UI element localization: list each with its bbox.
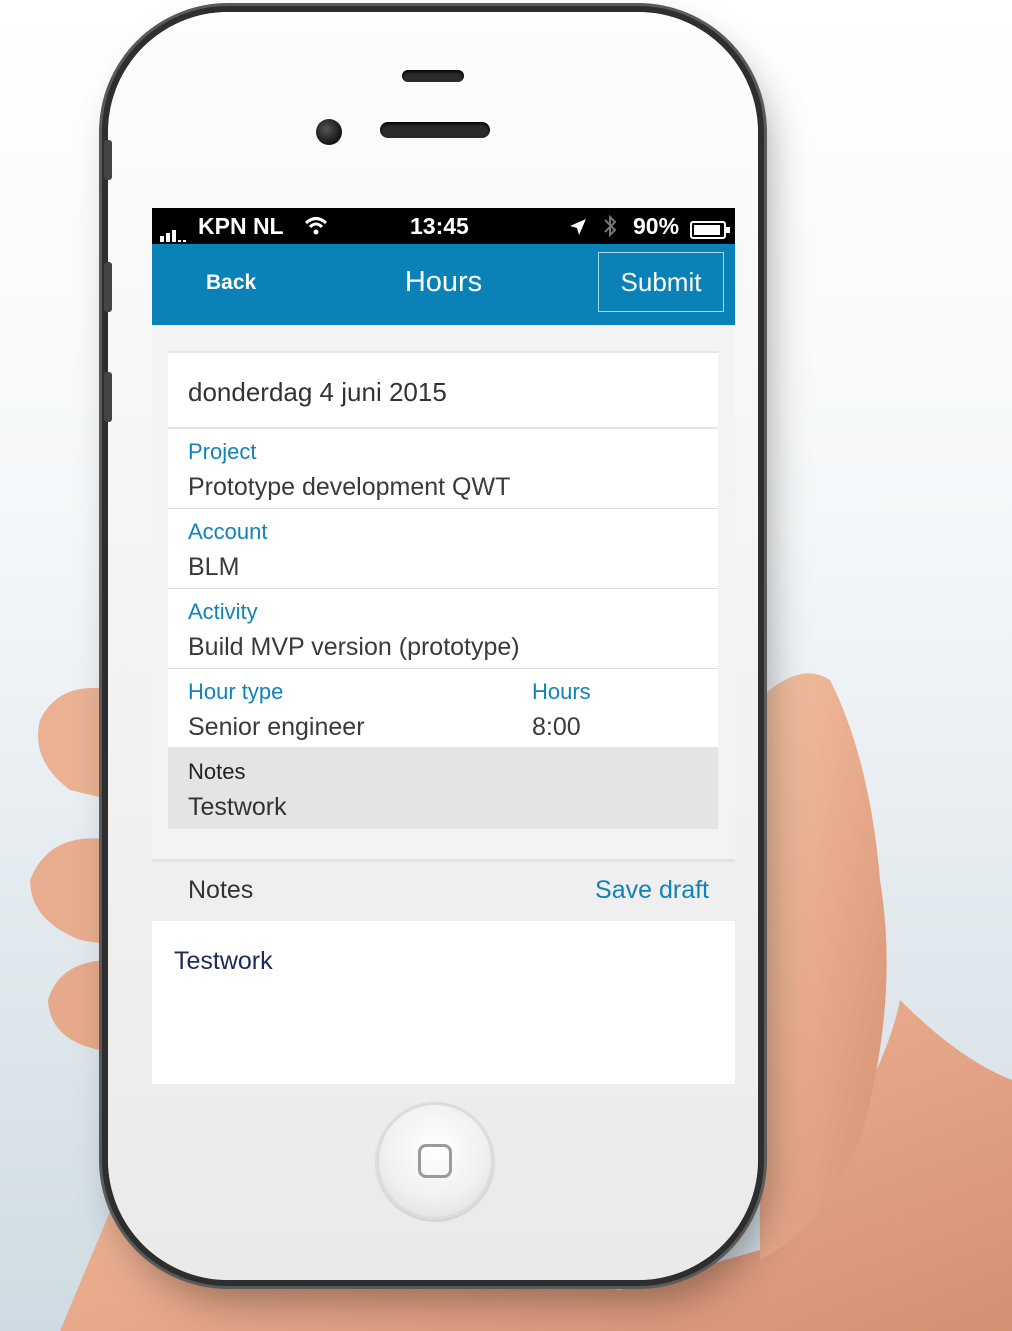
notes-editor-header: Notes Save draft: [152, 859, 735, 921]
phone-screen: KPN NL 13:45 90% Back Hours Submit donde…: [152, 208, 735, 1084]
notes-field[interactable]: Notes Testwork: [168, 747, 718, 829]
status-bar: KPN NL 13:45 90%: [152, 208, 735, 244]
speaker-icon: [402, 70, 464, 82]
project-value: Prototype development QWT: [188, 473, 511, 501]
date-label: donderdag 4 juni 2015: [188, 377, 447, 407]
project-label: Project: [188, 439, 257, 464]
account-value: BLM: [188, 553, 240, 581]
notes-textarea[interactable]: Testwork: [152, 921, 735, 1084]
save-draft-button[interactable]: Save draft: [595, 876, 709, 905]
clock-label: 13:45: [410, 213, 469, 239]
home-button[interactable]: [376, 1102, 494, 1220]
location-arrow-icon: [568, 216, 588, 243]
project-field[interactable]: Project Prototype development QWT: [168, 429, 718, 509]
home-square-icon: [418, 1144, 452, 1178]
notes-label: Notes: [188, 759, 246, 784]
nav-bar: Back Hours Submit: [152, 244, 735, 325]
battery-icon: [690, 218, 732, 245]
carrier-label: KPN NL: [198, 213, 284, 239]
volume-up-button[interactable]: [104, 262, 112, 312]
camera-icon: [316, 119, 342, 145]
activity-label: Activity: [188, 599, 258, 624]
battery-percent: 90%: [633, 213, 680, 239]
bluetooth-icon: [602, 214, 618, 244]
earpiece-icon: [380, 122, 490, 138]
account-field[interactable]: Account BLM: [168, 509, 718, 589]
mute-switch[interactable]: [104, 140, 112, 180]
activity-field[interactable]: Activity Build MVP version (prototype): [168, 589, 718, 669]
hourtype-label: Hour type: [188, 679, 284, 704]
notes-editor-title: Notes: [188, 876, 254, 904]
form-content: donderdag 4 juni 2015 Project Prototype …: [152, 325, 735, 1084]
hourtype-hours-field[interactable]: Hour type Senior engineer Hours 8:00: [168, 669, 718, 749]
activity-value: Build MVP version (prototype): [188, 633, 520, 661]
wifi-icon: [304, 215, 328, 242]
date-row[interactable]: donderdag 4 juni 2015: [168, 351, 718, 429]
submit-button[interactable]: Submit: [598, 252, 724, 312]
notes-editor-text: Testwork: [174, 947, 273, 975]
notes-value: Testwork: [188, 793, 287, 821]
account-label: Account: [188, 519, 268, 544]
hourtype-value: Senior engineer: [188, 713, 365, 741]
hours-value: 8:00: [532, 713, 581, 741]
volume-down-button[interactable]: [104, 372, 112, 422]
hours-label: Hours: [532, 679, 591, 704]
